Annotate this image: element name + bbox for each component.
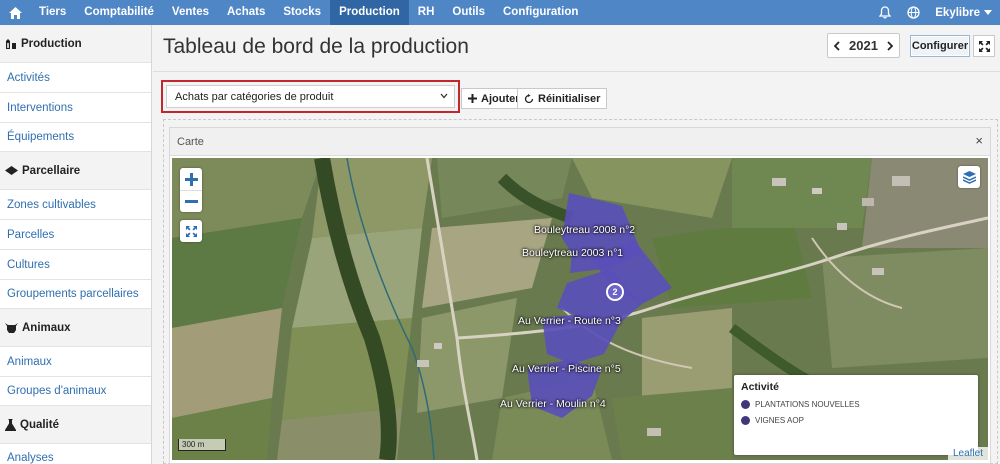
sidebar: Production Activités Interventions Équip… bbox=[0, 25, 152, 464]
header-divider bbox=[153, 71, 1000, 72]
zoom-out-icon[interactable] bbox=[180, 190, 202, 212]
map-view[interactable]: Bouleytreau 2008 n°2 Bouleytreau 2003 n°… bbox=[172, 158, 988, 460]
legend-item: PLANTATIONS NOUVELLES bbox=[741, 398, 971, 411]
fullscreen-icon[interactable] bbox=[180, 220, 202, 242]
reset-button[interactable]: Réinitialiser bbox=[517, 88, 608, 109]
sidebar-item-activites[interactable]: Activités bbox=[0, 62, 151, 92]
nav-comptabilite[interactable]: Comptabilité bbox=[75, 0, 163, 25]
parcel-label[interactable]: Bouleytreau 2003 n°1 bbox=[522, 247, 623, 259]
map-attribution-link[interactable]: Leaflet bbox=[947, 447, 988, 460]
sidebar-item-groupements-parcellaires[interactable]: Groupements parcellaires bbox=[0, 279, 151, 309]
nav-production[interactable]: Production bbox=[330, 0, 409, 25]
configure-button[interactable]: Configurer bbox=[910, 35, 970, 57]
sidebar-section-parcellaire: Parcellaire Zones cultivables Parcelles … bbox=[0, 152, 151, 309]
sidebar-item-zones-cultivables[interactable]: Zones cultivables bbox=[0, 189, 151, 219]
user-name: Ekylibre bbox=[935, 6, 980, 19]
year-selector: 2021 bbox=[827, 33, 900, 58]
parcel-label[interactable]: Au Verrier - Moulin n°4 bbox=[500, 398, 606, 410]
sidebar-section-animaux: Animaux Animaux Groupes d'animaux bbox=[0, 309, 151, 406]
year-value: 2021 bbox=[849, 38, 878, 53]
nav-configuration[interactable]: Configuration bbox=[494, 0, 587, 25]
nav-stocks[interactable]: Stocks bbox=[274, 0, 330, 25]
sidebar-item-analyses[interactable]: Analyses bbox=[0, 443, 151, 464]
chevron-down-icon bbox=[440, 93, 448, 99]
close-icon[interactable]: × bbox=[975, 134, 983, 147]
sidebar-item-animaux[interactable]: Animaux bbox=[0, 346, 151, 376]
nav-achats[interactable]: Achats bbox=[218, 0, 274, 25]
sidebar-item-cultures[interactable]: Cultures bbox=[0, 249, 151, 279]
parcel-label[interactable]: Au Verrier - Route n°3 bbox=[518, 315, 621, 327]
home-icon[interactable] bbox=[0, 0, 30, 25]
parcel-label[interactable]: Bouleytreau 2008 n°2 bbox=[534, 224, 635, 236]
caret-down-icon bbox=[984, 10, 992, 15]
parcel-label[interactable]: Au Verrier - Piscine n°5 bbox=[512, 363, 621, 375]
parcel-icon bbox=[5, 166, 18, 175]
sidebar-section-qualite: Qualité Analyses bbox=[0, 406, 151, 464]
cell-type-select[interactable]: Achats par catégories de produit bbox=[166, 85, 455, 108]
sidebar-item-equipements[interactable]: Équipements bbox=[0, 122, 151, 152]
sidebar-item-groupes-animaux[interactable]: Groupes d'animaux bbox=[0, 376, 151, 406]
legend-swatch bbox=[741, 400, 750, 409]
sidebar-section-title: Production bbox=[0, 25, 151, 62]
top-navbar: Tiers Comptabilité Ventes Achats Stocks … bbox=[0, 0, 1000, 25]
map-legend: Activité PLANTATIONS NOUVELLES VIGNES AO… bbox=[734, 375, 978, 455]
sidebar-item-interventions[interactable]: Interventions bbox=[0, 92, 151, 122]
user-menu[interactable]: Ekylibre bbox=[927, 7, 1000, 19]
card-header: Carte × bbox=[170, 128, 990, 156]
refresh-icon bbox=[524, 93, 534, 103]
sidebar-section-production: Production Activités Interventions Équip… bbox=[0, 25, 151, 152]
cow-icon bbox=[5, 323, 18, 333]
map-scale: 300 m bbox=[178, 439, 226, 451]
chevron-right-icon[interactable] bbox=[882, 34, 899, 57]
plus-icon bbox=[468, 94, 477, 103]
marker-cluster[interactable]: 2 bbox=[606, 283, 624, 301]
nav-tiers[interactable]: Tiers bbox=[30, 0, 75, 25]
nav-outils[interactable]: Outils bbox=[443, 0, 494, 25]
legend-title: Activité bbox=[741, 381, 779, 393]
sidebar-section-title: Animaux bbox=[0, 309, 151, 346]
sidebar-section-title: Parcellaire bbox=[0, 152, 151, 189]
globe-icon[interactable] bbox=[899, 0, 927, 25]
production-icon bbox=[6, 39, 16, 49]
page-title: Tableau de bord de la production bbox=[163, 35, 469, 58]
zoom-control bbox=[180, 168, 202, 212]
legend-swatch bbox=[741, 416, 750, 425]
flask-icon bbox=[5, 418, 16, 431]
main-content: Tableau de bord de la production 2021 Co… bbox=[153, 25, 1000, 464]
nav-ventes[interactable]: Ventes bbox=[163, 0, 218, 25]
chevron-left-icon[interactable] bbox=[828, 34, 845, 57]
bell-icon[interactable] bbox=[871, 0, 899, 25]
card-title: Carte bbox=[177, 135, 204, 148]
zoom-in-icon[interactable] bbox=[180, 168, 202, 190]
sidebar-section-title: Qualité bbox=[0, 406, 151, 443]
expand-icon[interactable] bbox=[973, 35, 995, 57]
cell-type-select-value: Achats par catégories de produit bbox=[175, 90, 334, 103]
map-card: Carte × Bouleytreau 2008 n°2 Bouleytreau… bbox=[169, 127, 991, 464]
layers-icon[interactable] bbox=[958, 166, 980, 188]
legend-item: VIGNES AOP bbox=[741, 414, 971, 427]
nav-rh[interactable]: RH bbox=[409, 0, 444, 25]
sidebar-item-parcelles[interactable]: Parcelles bbox=[0, 219, 151, 249]
